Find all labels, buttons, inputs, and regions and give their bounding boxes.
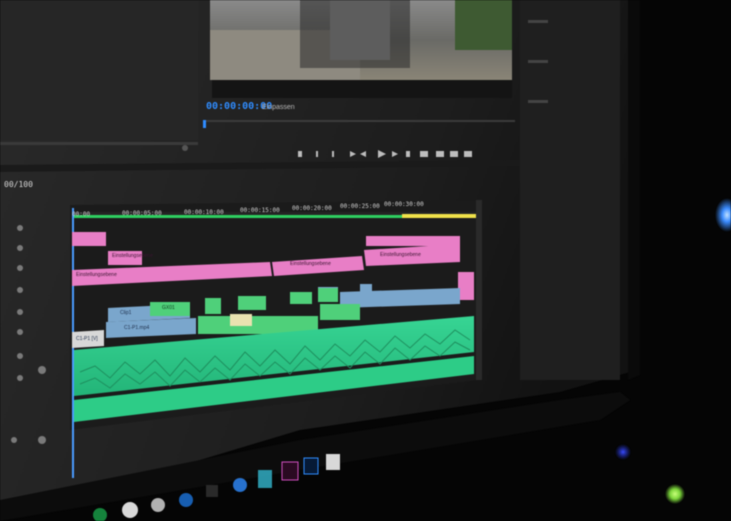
bokeh-light-blue — [715, 198, 731, 232]
ruler-tick: 00:00:15:00 — [240, 207, 280, 214]
clip-label: Einstellungsebene — [112, 253, 153, 259]
clip-label: GX01 — [162, 305, 175, 311]
clip-label: C1-P1.mp4 — [124, 325, 150, 331]
monitor-screen — [0, 0, 731, 521]
ruler-tick: 00:00 — [72, 211, 91, 218]
ruler-tick: 00:00:30:00 — [384, 201, 424, 208]
ruler-tick: 00:00:20:00 — [292, 205, 332, 212]
bokeh-light-green — [665, 484, 685, 504]
clip-label: C1-P1 [V] — [76, 336, 98, 342]
clip-label: Einstellungsebene — [380, 252, 421, 258]
clip-label: Clip1 — [120, 310, 132, 316]
photo-scene: 00:00:00:00 Einpassen 00/100 00:00 00:00… — [0, 0, 731, 521]
fit-dropdown[interactable]: Einpassen — [262, 104, 295, 111]
bokeh-light-deep-blue — [615, 444, 631, 460]
ruler-tick: 00:00:05:00 — [122, 210, 162, 217]
ruler-tick: 00:00:25:00 — [340, 203, 380, 210]
ruler-tick: 00:00:10:00 — [184, 209, 224, 216]
clip-label: Einstellungsebene — [290, 261, 331, 267]
clip-label: Einstellungsebene — [76, 272, 117, 278]
sequence-counter: 00/100 — [4, 180, 33, 189]
